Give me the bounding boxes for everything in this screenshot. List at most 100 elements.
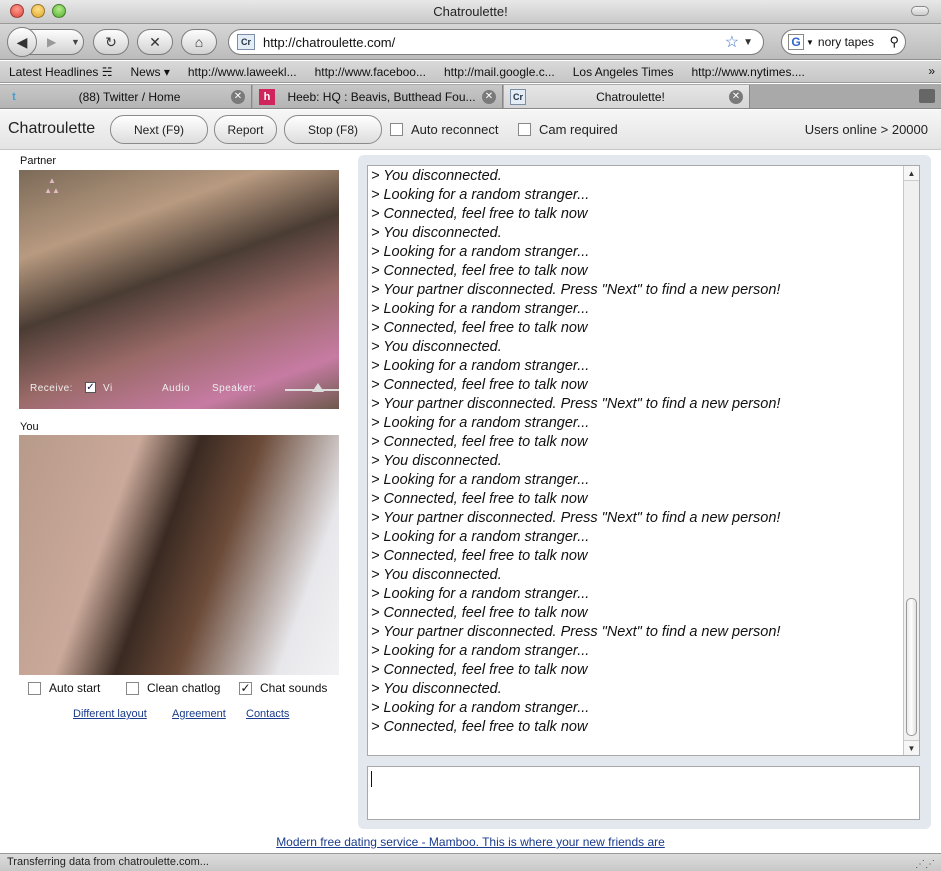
search-icon[interactable]: ⚲	[889, 34, 899, 50]
close-icon: ✕	[149, 33, 161, 50]
bookmark-item[interactable]: Los Angeles Times	[564, 65, 683, 79]
chat-line: > Looking for a random stranger...	[371, 244, 590, 260]
bookmark-star-icon[interactable]: ☆	[725, 32, 739, 52]
zoom-window-button[interactable]	[52, 4, 66, 18]
tab-title: Heeb: HQ : Beavis, Butthead Fou...	[287, 89, 476, 104]
contacts-link[interactable]: Contacts	[246, 708, 289, 720]
cam-required-label: Cam required	[539, 122, 618, 137]
bookmarks-overflow-icon[interactable]: »	[928, 64, 935, 78]
chat-line: > Looking for a random stranger...	[371, 529, 590, 545]
chat-line: > You disconnected.	[371, 339, 502, 355]
site-favicon-icon: Cr	[237, 34, 255, 50]
chat-sounds-checkbox[interactable]: ✓	[239, 681, 252, 695]
different-layout-link[interactable]: Different layout	[73, 708, 147, 720]
tab-chatroulette[interactable]: Cr Chatroulette! ✕	[504, 85, 750, 108]
chat-line: > You disconnected.	[371, 681, 502, 697]
chat-line: > Connected, feel free to talk now	[371, 320, 588, 336]
chat-line: > Connected, feel free to talk now	[371, 548, 588, 564]
scrollbar-thumb[interactable]	[906, 598, 917, 736]
reload-button[interactable]: ↻	[93, 29, 129, 55]
chat-line: > Your partner disconnected. Press "Next…	[371, 624, 781, 640]
chat-line: > Looking for a random stranger...	[371, 415, 590, 431]
auto-reconnect-option[interactable]: Auto reconnect	[390, 122, 498, 137]
speaker-volume-handle[interactable]	[312, 383, 324, 392]
chat-messages: > You disconnected. > Looking for a rando…	[371, 167, 901, 737]
address-bar[interactable]: Cr http://chatroulette.com/ ☆ ▼	[228, 29, 764, 55]
chat-panel: > You disconnected. > Looking for a rando…	[358, 155, 931, 829]
url-text[interactable]: http://chatroulette.com/	[263, 35, 725, 50]
search-input[interactable]: nory tapes	[818, 35, 890, 49]
home-button[interactable]: ⌂	[181, 29, 217, 55]
clean-chatlog-label: Clean chatlog	[147, 681, 221, 695]
auto-reconnect-checkbox[interactable]	[390, 123, 403, 136]
close-tab-icon[interactable]: ✕	[729, 89, 743, 104]
partner-label: Partner	[20, 155, 57, 167]
status-bar: Transferring data from chatroulette.com.…	[0, 853, 941, 871]
chat-line: > Your partner disconnected. Press "Next…	[371, 396, 781, 412]
auto-start-checkbox[interactable]	[28, 681, 41, 695]
bookmark-item[interactable]: http://mail.google.c...	[435, 65, 564, 79]
bookmark-item[interactable]: http://www.faceboo...	[306, 65, 435, 79]
toolbar-toggle-button[interactable]	[911, 6, 929, 16]
tab-twitter[interactable]: t (88) Twitter / Home ✕	[0, 85, 252, 108]
bookmark-item[interactable]: Latest Headlines ☵	[0, 65, 121, 79]
minimize-window-button[interactable]	[31, 4, 45, 18]
chat-line: > Connected, feel free to talk now	[371, 605, 588, 621]
close-tab-icon[interactable]: ✕	[231, 89, 245, 104]
clean-chatlog-checkbox[interactable]	[126, 681, 139, 695]
scroll-down-icon[interactable]: ▼	[904, 740, 919, 755]
partner-video: ▲ ▲▲ Receive: ✓ Vi Audio Speaker:	[19, 170, 339, 409]
search-box[interactable]: G ▼ nory tapes ⚲	[781, 29, 906, 55]
cam-required-checkbox[interactable]	[518, 123, 531, 136]
auto-reconnect-label: Auto reconnect	[411, 122, 499, 137]
tab-bar: t (88) Twitter / Home ✕ h Heeb: HQ : Bea…	[0, 84, 941, 109]
agreement-link[interactable]: Agreement	[172, 708, 226, 720]
search-engine-dropdown-icon[interactable]: ▼	[806, 38, 814, 47]
chat-line: > You disconnected.	[371, 225, 502, 241]
page-content: Chatroulette Next (F9) Report Stop (F8) …	[0, 110, 941, 853]
window-titlebar: Chatroulette!	[0, 0, 941, 24]
tab-heeb[interactable]: h Heeb: HQ : Beavis, Butthead Fou... ✕	[253, 85, 503, 108]
next-button[interactable]: Next (F9)	[110, 115, 208, 144]
chat-message-input[interactable]	[367, 766, 920, 820]
receive-video-checkbox[interactable]: ✓	[85, 382, 96, 393]
resize-grip-icon[interactable]: ⋰⋰	[915, 856, 937, 870]
clean-chatlog-option[interactable]: Clean chatlog	[126, 681, 220, 695]
dating-ad-link[interactable]: Modern free dating service - Mamboo. Thi…	[0, 835, 941, 849]
close-window-button[interactable]	[10, 4, 24, 18]
chat-line: > Your partner disconnected. Press "Next…	[371, 282, 781, 298]
scroll-up-icon[interactable]: ▲	[904, 166, 919, 181]
audio-label: Audio	[162, 383, 191, 394]
close-tab-icon[interactable]: ✕	[482, 89, 496, 104]
chat-scrollbar[interactable]: ▲ ▼	[903, 166, 919, 755]
forward-button[interactable]: ▶	[47, 35, 56, 49]
history-dropdown-icon[interactable]: ▼	[71, 37, 80, 47]
twitter-favicon-icon: t	[12, 90, 16, 103]
tab-title: Chatroulette!	[596, 89, 665, 104]
chatroulette-favicon-icon: Cr	[510, 88, 526, 105]
cam-required-option[interactable]: Cam required	[518, 122, 618, 137]
app-brand: Chatroulette	[8, 120, 96, 137]
chat-sounds-option[interactable]: ✓ Chat sounds	[239, 681, 327, 695]
search-engine-icon[interactable]: G	[788, 34, 804, 50]
window-title: Chatroulette!	[433, 4, 508, 19]
chat-log[interactable]: > You disconnected. > Looking for a rando…	[367, 165, 920, 756]
stop-button[interactable]: Stop (F8)	[284, 115, 382, 144]
status-text: Transferring data from chatroulette.com.…	[7, 856, 209, 868]
back-button[interactable]: ◀	[7, 27, 37, 57]
bookmark-item[interactable]: News ▾	[121, 65, 178, 79]
chat-line: > Looking for a random stranger...	[371, 358, 590, 374]
bookmark-item[interactable]: http://www.laweekl...	[179, 65, 306, 79]
chat-line: > Connected, feel free to talk now	[371, 377, 588, 393]
tab-list-icon[interactable]	[919, 89, 935, 103]
chat-line: > Looking for a random stranger...	[371, 301, 590, 317]
bookmark-item[interactable]: http://www.nytimes....	[682, 65, 813, 79]
chat-line: > Connected, feel free to talk now	[371, 491, 588, 507]
stop-loading-button[interactable]: ✕	[137, 29, 173, 55]
report-button[interactable]: Report	[214, 115, 277, 144]
url-dropdown-icon[interactable]: ▼	[743, 37, 753, 48]
auto-start-option[interactable]: Auto start	[28, 681, 100, 695]
chat-line: > Connected, feel free to talk now	[371, 662, 588, 678]
chat-line: > Looking for a random stranger...	[371, 700, 590, 716]
chat-line: > You disconnected.	[371, 168, 502, 184]
